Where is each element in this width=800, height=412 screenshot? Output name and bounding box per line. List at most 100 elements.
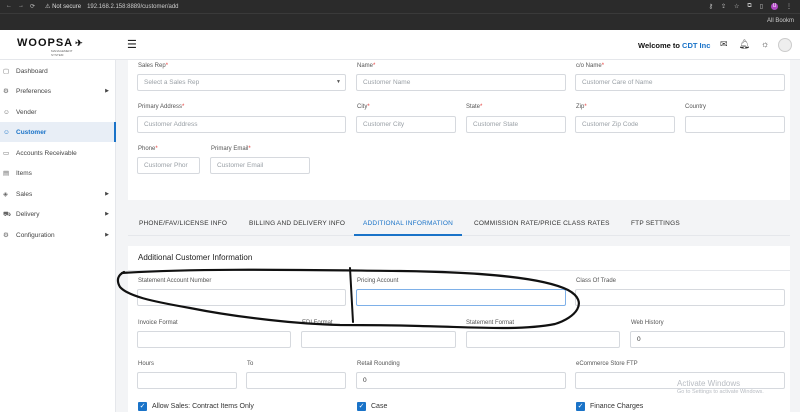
chevron-right-icon: ▶ <box>105 88 109 94</box>
invoice-format-label: Invoice Format <box>138 320 178 326</box>
tab-billing-delivery[interactable]: BILLING AND DELIVERY INFO <box>249 212 345 236</box>
sidebar-item-label: Vender <box>16 108 37 116</box>
to-label: To <box>247 361 254 367</box>
edi-format-label: EDI Format <box>302 320 333 326</box>
welcome-prefix: Welcome to <box>638 41 683 50</box>
browser-menu-icon[interactable]: ⋮ <box>786 3 792 10</box>
retail-rounding-input[interactable]: 0 <box>356 372 566 389</box>
star-icon[interactable]: ☆ <box>734 3 739 10</box>
chevron-down-icon: ▼ <box>336 79 341 85</box>
sales-rep-select[interactable]: Select a Sales Rep ▼ <box>137 74 346 91</box>
gear-icon: ⚙ <box>3 88 9 95</box>
co-name-input[interactable]: Customer Care of Name <box>575 74 785 91</box>
customer-tabs: PHONE/FAV/LICENSE INFO BILLING AND DELIV… <box>128 212 790 236</box>
divider <box>128 270 790 271</box>
sidebar-item-label: Delivery <box>16 210 40 218</box>
company-name: CDT Inc <box>682 41 711 50</box>
activate-windows-watermark: Activate Windows Go to Settings to activ… <box>677 379 764 395</box>
tab-commission-rate[interactable]: COMMISSION RATE/PRICE CLASS RATES <box>474 212 610 236</box>
all-bookmarks-link[interactable]: All Bookm <box>767 18 794 24</box>
statement-format-input[interactable] <box>466 331 620 348</box>
country-input[interactable] <box>685 116 785 133</box>
sidebar-item-configuration[interactable]: ⚙ Configuration ▶ <box>0 225 116 245</box>
invoice-format-input[interactable] <box>137 331 291 348</box>
dashboard-icon: ▢ <box>3 68 10 75</box>
menu-toggle-icon[interactable]: ☰ <box>127 38 137 51</box>
profile-avatar[interactable]: U <box>771 3 778 10</box>
section-title: Additional Customer Information <box>138 253 253 262</box>
sidebar-item-label: Sales <box>16 190 33 198</box>
reload-icon[interactable]: ⟳ <box>30 3 35 10</box>
city-input[interactable]: Customer City <box>356 116 456 133</box>
class-of-trade-input[interactable] <box>575 289 785 306</box>
watermark-line2: Go to Settings to activate Windows. <box>677 389 764 395</box>
card-icon: ▭ <box>3 150 10 157</box>
sales-rep-placeholder: Select a Sales Rep <box>144 79 200 86</box>
hours-input[interactable] <box>137 372 237 389</box>
primary-address-input[interactable]: Customer Address <box>137 116 346 133</box>
watermark-line1: Activate Windows <box>677 379 741 388</box>
sidebar-item-delivery[interactable]: ⛟ Delivery ▶ <box>0 204 116 224</box>
zip-label: Zip* <box>576 104 587 110</box>
primary-email-input[interactable]: Customer Email <box>210 157 310 174</box>
web-history-input[interactable]: 0 <box>630 331 785 348</box>
bird-logo-icon: ✈ <box>75 38 84 48</box>
sidebar-item-accounts-receivable[interactable]: ▭ Accounts Receivable <box>0 143 116 163</box>
pricing-account-input[interactable] <box>356 289 566 306</box>
address-bar[interactable]: 192.168.2.158:8889/customer/add <box>87 4 178 10</box>
sidebar-item-preferences[interactable]: ⚙ Preferences ▶ <box>0 81 116 101</box>
sidebar-item-sales[interactable]: ◈ Sales ▶ <box>0 184 116 204</box>
bell-icon[interactable]: 🔔︎ <box>739 39 750 50</box>
sales-rep-label: Sales Rep* <box>138 63 169 69</box>
zip-input[interactable]: Customer Zip Code <box>575 116 675 133</box>
back-icon[interactable]: ← <box>6 3 12 10</box>
sidebar-item-customer[interactable]: ☺ Customer <box>0 122 116 142</box>
truck-icon: ⛟ <box>3 210 12 218</box>
sidebar-toggle-icon[interactable]: ▯ <box>760 3 763 10</box>
list-icon: ▤ <box>3 170 10 177</box>
sidebar-item-dashboard[interactable]: ▢ Dashboard <box>0 61 116 81</box>
to-input[interactable] <box>246 372 346 389</box>
mail-icon[interactable]: ✉ <box>720 39 728 50</box>
app-logo[interactable]: WOOPSA ✈ MANAGEMENT SYSTEM <box>17 37 84 57</box>
chevron-right-icon: ▶ <box>105 211 109 217</box>
hours-label: Hours <box>138 361 155 367</box>
security-indicator[interactable]: ⚠ Not secure <box>45 3 81 10</box>
logo-tagline: MANAGEMENT SYSTEM <box>51 49 73 57</box>
allow-sales-label: Allow Sales: Contract Items Only <box>152 403 254 410</box>
web-history-label: Web History <box>631 320 664 326</box>
tab-additional-information[interactable]: ADDITIONAL INFORMATION <box>354 212 462 236</box>
sidebar-item-label: Configuration <box>16 231 55 239</box>
ecommerce-store-ftp-label: eCommerce Store FTP <box>576 361 638 367</box>
key-icon[interactable]: ⚷ <box>709 3 713 10</box>
box-icon: ◈ <box>3 191 8 198</box>
tab-ftp-settings[interactable]: FTP SETTINGS <box>631 212 680 236</box>
sidebar-item-vender[interactable]: ☺ Vender <box>0 102 116 122</box>
state-label: State* <box>466 104 483 110</box>
phone-input[interactable]: Customer Phor <box>137 157 200 174</box>
pricing-account-label: Pricing Account <box>357 278 399 284</box>
forward-icon[interactable]: → <box>18 3 24 10</box>
sidebar-item-items[interactable]: ▤ Items <box>0 163 116 183</box>
state-input[interactable]: Customer State <box>466 116 566 133</box>
name-label: Name* <box>357 63 376 69</box>
statement-account-number-input[interactable] <box>137 289 346 306</box>
edi-format-input[interactable] <box>301 331 456 348</box>
tab-phone-fav-license[interactable]: PHONE/FAV/LICENSE INFO <box>139 212 227 236</box>
case-checkbox[interactable]: ✓ <box>357 402 366 411</box>
name-input[interactable]: Customer Name <box>356 74 566 91</box>
allow-sales-checkbox[interactable]: ✓ <box>138 402 147 411</box>
country-label: Country <box>685 104 707 110</box>
extensions-icon[interactable]: ⧉ <box>747 3 751 10</box>
primary-email-label: Primary Email* <box>211 146 251 152</box>
share-icon[interactable]: ⇪ <box>721 3 726 10</box>
user-avatar[interactable] <box>778 38 792 52</box>
logo-text: WOOPSA <box>17 37 74 49</box>
theme-sun-icon[interactable]: ☼ <box>761 39 769 50</box>
sidebar-item-label: Items <box>16 169 32 177</box>
finance-charges-checkbox[interactable]: ✓ <box>576 402 585 411</box>
chevron-right-icon: ▶ <box>105 232 109 238</box>
retail-rounding-label: Retail Rounding <box>357 361 400 367</box>
browser-toolbar: ← → ⟳ ⚠ Not secure 192.168.2.158:8889/cu… <box>0 0 800 13</box>
user-icon: ☺ <box>3 108 10 116</box>
